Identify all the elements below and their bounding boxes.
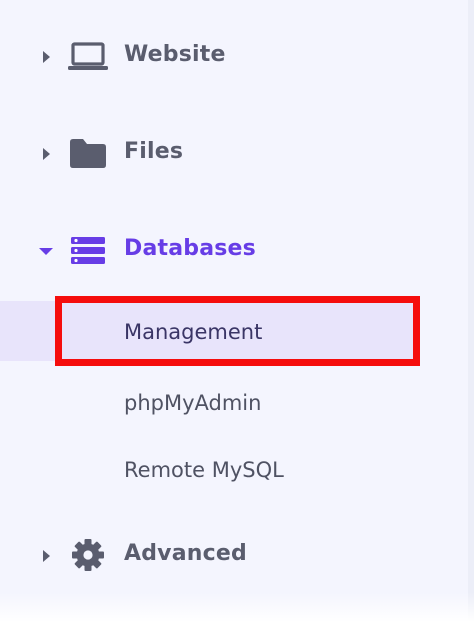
caret-down-icon: [39, 248, 53, 255]
gear-icon: [72, 539, 104, 571]
sidebar-item-label: Website: [124, 42, 226, 67]
folder-icon: [70, 139, 106, 168]
sidebar-item-website[interactable]: Website: [0, 32, 440, 80]
database-icon: [71, 237, 105, 264]
sidebar-subitem-label: Management: [124, 320, 263, 344]
sidebar-item-label: Databases: [124, 236, 256, 261]
sidebar-subitem-phpmyadmin[interactable]: phpMyAdmin: [0, 373, 440, 433]
sidebar-subitem-label: phpMyAdmin: [124, 391, 262, 415]
sidebar-item-label: Files: [124, 139, 184, 164]
sidebar-item-advanced[interactable]: Advanced: [0, 531, 440, 579]
sidebar-item-files[interactable]: Files: [0, 129, 440, 177]
caret-right-icon: [43, 148, 50, 160]
caret-right-icon: [43, 51, 50, 63]
sidebar-edge: [468, 0, 474, 622]
caret-right-icon: [43, 550, 50, 562]
laptop-icon: [68, 42, 108, 70]
sidebar-subitem-remote-mysql[interactable]: Remote MySQL: [0, 440, 440, 500]
sidebar-item-databases[interactable]: Databases: [0, 226, 440, 274]
sidebar-subitem-label: Remote MySQL: [124, 458, 284, 482]
sidebar-item-label: Advanced: [124, 541, 247, 566]
sidebar-bottom-fade: [0, 592, 474, 622]
sidebar-subitem-management[interactable]: Management: [0, 301, 418, 361]
sidebar: Website Files Databases Management phpMy…: [0, 0, 474, 622]
